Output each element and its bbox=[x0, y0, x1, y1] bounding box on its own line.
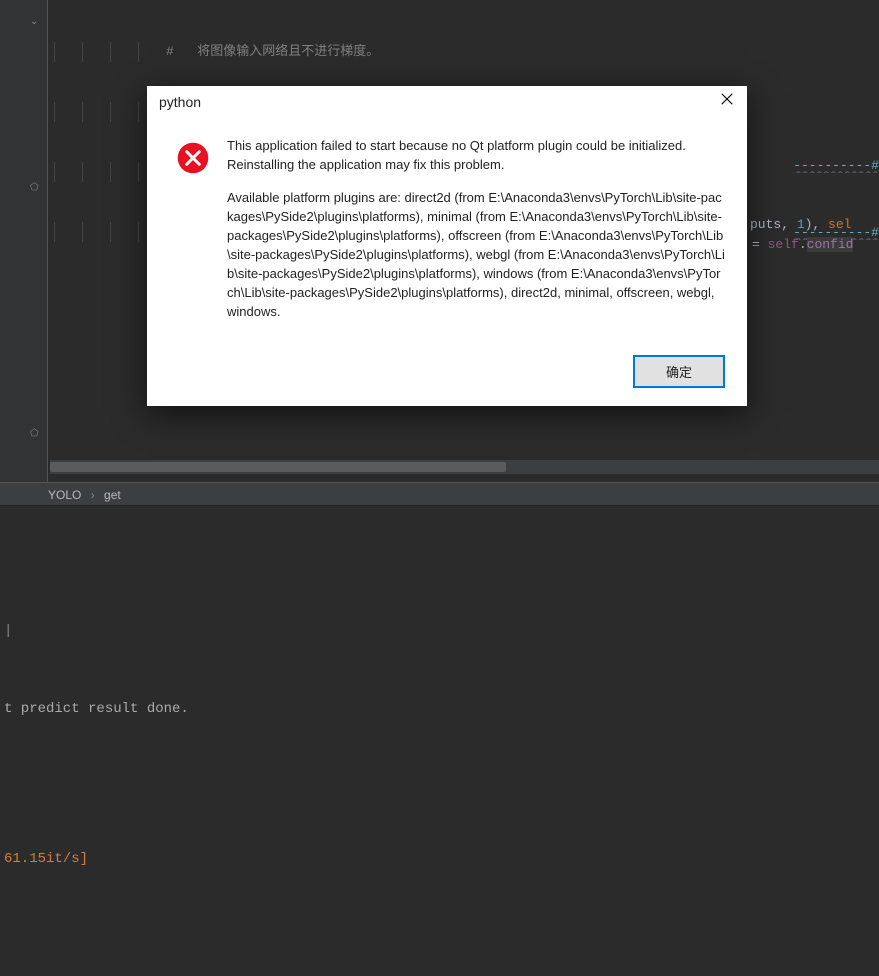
dialog-title-text: python bbox=[159, 94, 201, 110]
terminal-panel[interactable]: | t predict result done. 61.15it/s] bbox=[0, 506, 879, 633]
terminal-line: 61.15it/s] bbox=[4, 846, 875, 872]
breadcrumb-item[interactable]: get bbox=[104, 488, 121, 502]
error-dialog: python This application failed to start … bbox=[147, 86, 747, 406]
bookmark-icon[interactable]: ⬠ bbox=[30, 182, 42, 194]
code-frag-right: puts, 1), sel bbox=[750, 217, 851, 232]
code-frag-right: ----------# bbox=[747, 128, 879, 203]
breadcrumb[interactable]: YOLO › get bbox=[0, 482, 879, 506]
close-button[interactable] bbox=[715, 92, 739, 116]
breadcrumb-item[interactable]: YOLO bbox=[48, 488, 81, 502]
code-frag-right: = self.confid bbox=[752, 237, 853, 252]
error-icon bbox=[175, 140, 211, 335]
dialog-detail-text: Available platform plugins are: direct2d… bbox=[227, 188, 725, 321]
chevron-right-icon: › bbox=[85, 488, 101, 502]
terminal-line: t predict result done. bbox=[4, 696, 875, 722]
scrollbar-thumb[interactable] bbox=[50, 462, 506, 472]
close-icon bbox=[720, 92, 734, 106]
ok-button[interactable]: 确定 bbox=[633, 355, 725, 388]
dialog-main-text: This application failed to start because… bbox=[227, 136, 725, 174]
fold-icon[interactable]: ⌄ bbox=[30, 16, 42, 28]
code-frag-right: ----------# bbox=[747, 195, 879, 270]
horizontal-scrollbar[interactable] bbox=[50, 460, 879, 474]
dialog-titlebar: python bbox=[147, 86, 747, 118]
bookmark-icon[interactable]: ⬠ bbox=[30, 428, 42, 440]
code-comment: # 将图像输入网络且不进行梯度。 bbox=[166, 44, 379, 59]
dialog-message: This application failed to start because… bbox=[227, 136, 725, 335]
